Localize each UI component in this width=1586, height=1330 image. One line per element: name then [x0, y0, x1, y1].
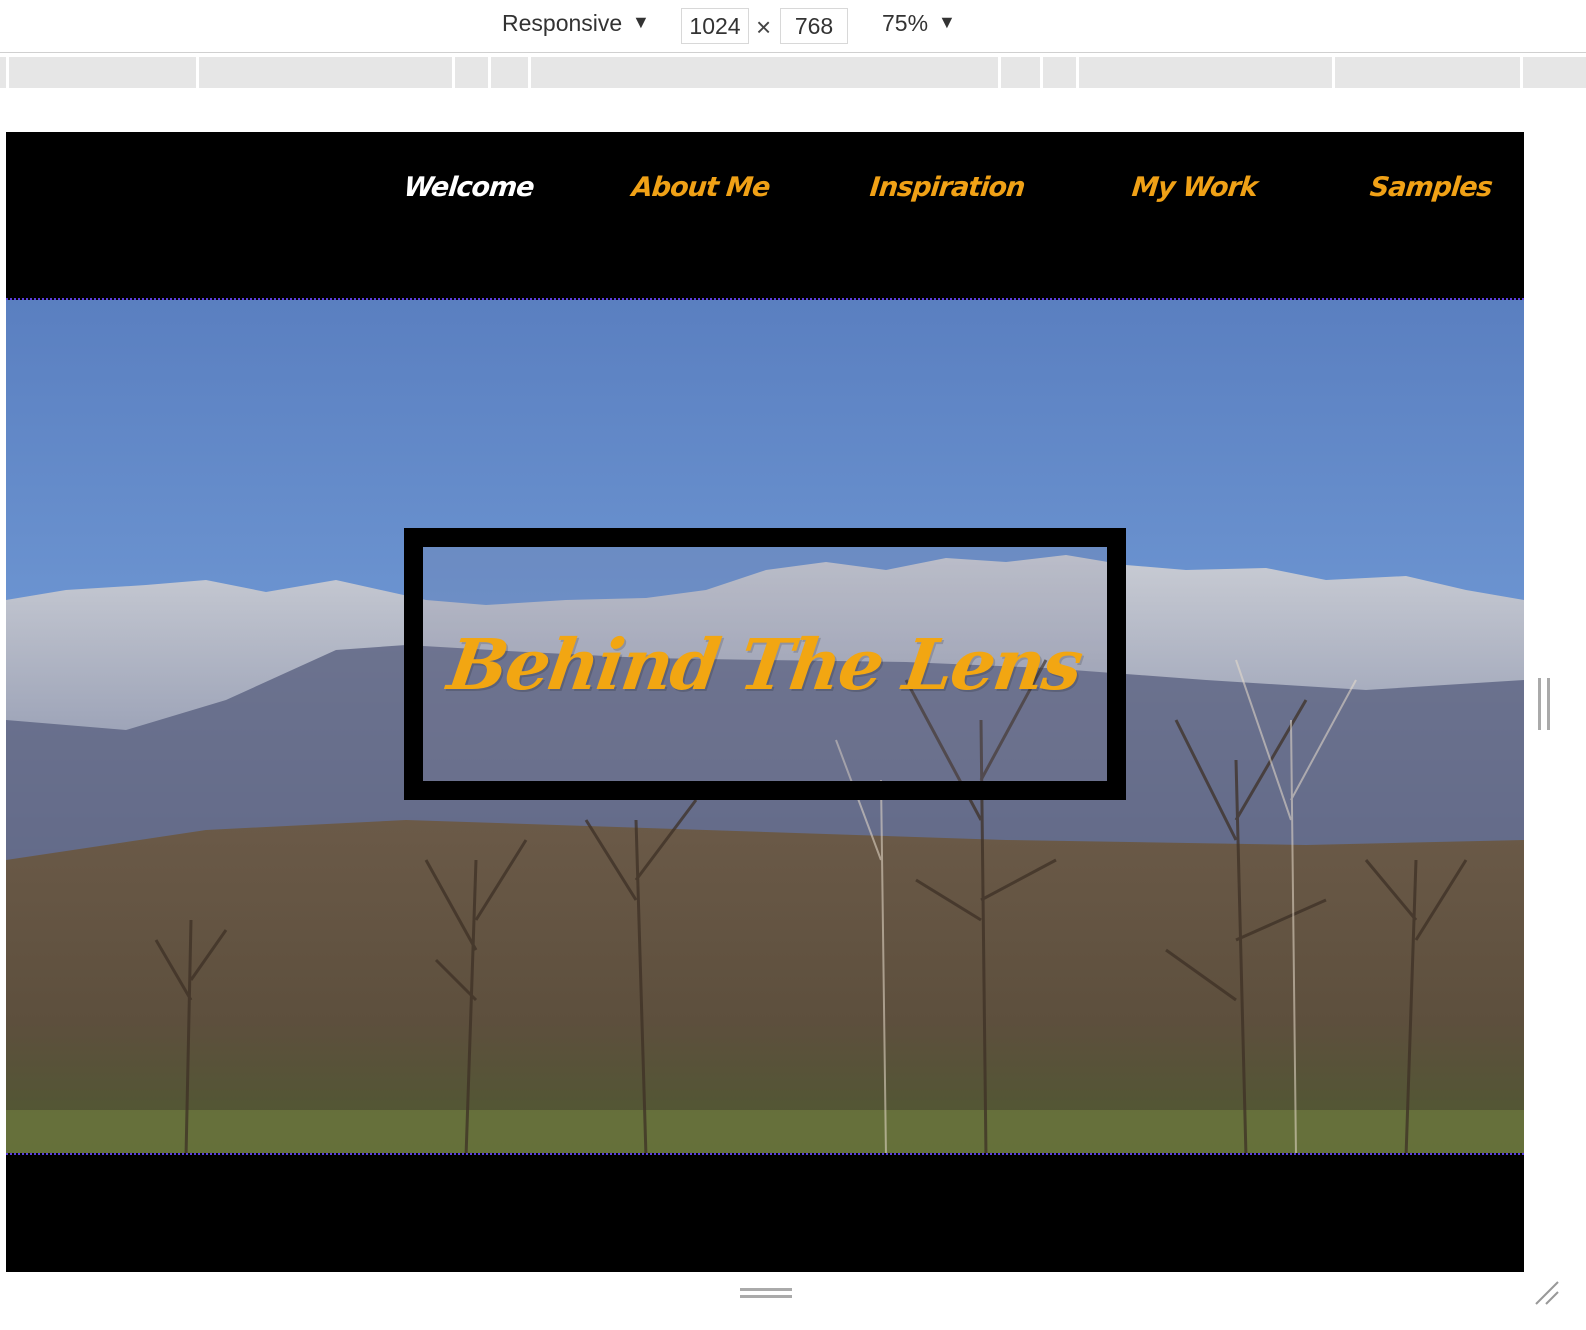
zoom-dropdown-icon[interactable]: ▼ — [938, 12, 956, 33]
height-input[interactable]: 768 — [780, 8, 848, 44]
hero-title-box: Behind The Lens — [404, 528, 1126, 800]
hero-title: Behind The Lens — [443, 622, 1087, 706]
nav-welcome[interactable]: Welcome — [402, 172, 535, 203]
resize-corner-icon[interactable] — [1532, 1278, 1560, 1306]
responsive-toolbar: Responsive ▼ 1024 × 768 75% ▼ — [0, 0, 1586, 53]
device-dropdown-icon[interactable]: ▼ — [632, 12, 650, 33]
media-query-segment[interactable] — [452, 57, 488, 88]
zoom-select[interactable]: 75% — [882, 10, 928, 37]
nav-inspiration[interactable]: Inspiration — [868, 172, 1026, 203]
media-query-segment[interactable] — [1520, 57, 1586, 88]
nav-about-me[interactable]: About Me — [630, 172, 771, 203]
media-query-segment[interactable] — [488, 57, 528, 88]
media-query-segment[interactable] — [196, 57, 452, 88]
devtools-responsive-window: Responsive ▼ 1024 × 768 75% ▼ Welcome Ab… — [0, 0, 1586, 1330]
media-query-segment[interactable] — [6, 57, 196, 88]
nav-samples[interactable]: Samples — [1368, 172, 1493, 203]
resize-handle-right[interactable] — [1538, 678, 1550, 730]
device-select[interactable]: Responsive — [502, 10, 622, 37]
media-query-bar[interactable] — [0, 57, 1586, 88]
main-navigation: Welcome About Me Inspiration My Work Sam… — [6, 132, 1524, 298]
dimension-separator: × — [756, 12, 772, 42]
media-query-segment[interactable] — [528, 57, 998, 88]
width-input[interactable]: 1024 — [681, 8, 749, 44]
page-viewport: Welcome About Me Inspiration My Work Sam… — [6, 132, 1524, 1272]
media-query-segment[interactable] — [1076, 57, 1332, 88]
resize-handle-bottom[interactable] — [740, 1288, 792, 1298]
media-query-segment[interactable] — [1332, 57, 1520, 88]
media-query-segment[interactable] — [1040, 57, 1076, 88]
hero-video-background: Behind The Lens — [6, 298, 1524, 1155]
nav-my-work[interactable]: My Work — [1130, 172, 1258, 203]
media-query-segment[interactable] — [998, 57, 1040, 88]
page-footer — [6, 1155, 1524, 1272]
